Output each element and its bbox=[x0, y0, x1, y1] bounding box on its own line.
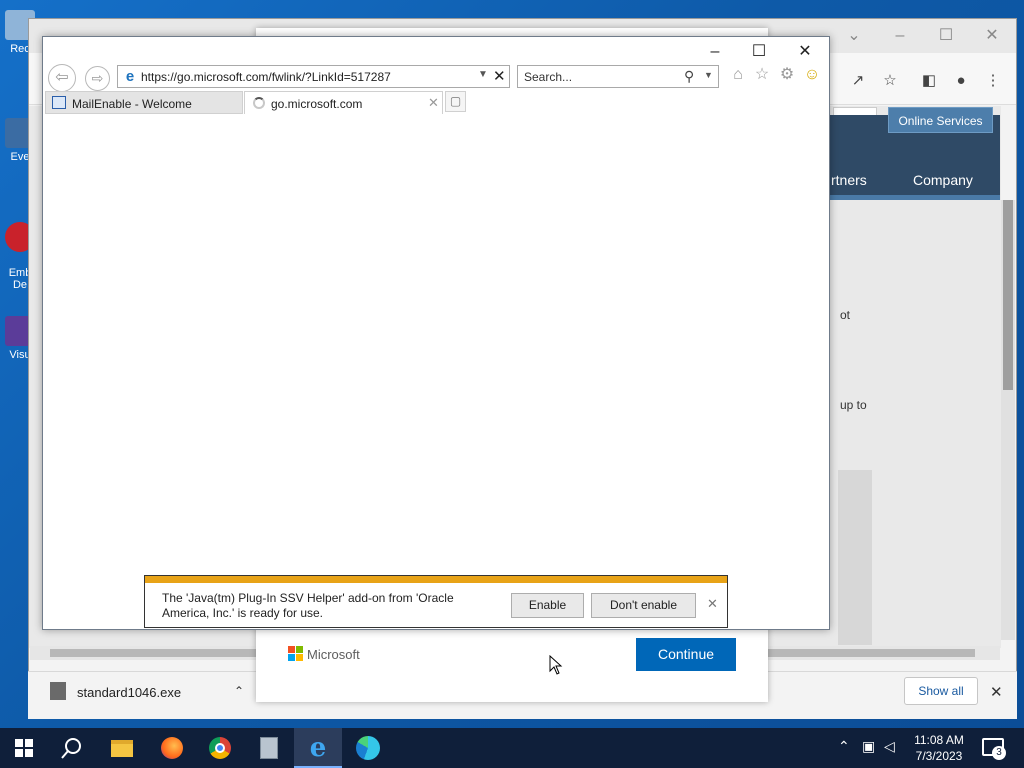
clock-date: 7/3/2023 bbox=[915, 749, 963, 763]
tab-label: go.microsoft.com bbox=[271, 97, 363, 111]
internet-explorer-button[interactable]: e bbox=[294, 728, 342, 768]
maximize-icon[interactable]: ☐ bbox=[744, 42, 774, 62]
favorites-star-icon[interactable]: ☆ bbox=[751, 64, 773, 86]
notification-message: The 'Java(tm) Plug-In SSV Helper' add-on… bbox=[162, 591, 454, 620]
minimize-icon[interactable]: – bbox=[880, 24, 920, 48]
sidebar-icon[interactable]: ◧ bbox=[918, 70, 940, 92]
site-image-block bbox=[838, 470, 872, 645]
scrollbar-thumb[interactable] bbox=[1003, 200, 1013, 390]
back-button[interactable]: ⇦ bbox=[48, 64, 76, 92]
vertical-scrollbar[interactable] bbox=[1001, 200, 1015, 640]
chevron-up-icon[interactable]: ⌃ bbox=[234, 684, 244, 698]
addon-notification-bar: The 'Java(tm) Plug-In SSV Helper' add-on… bbox=[144, 575, 728, 628]
site-text-fragment: ot bbox=[840, 308, 851, 322]
edge-logo-icon bbox=[356, 736, 380, 760]
microsoft-logo-icon bbox=[288, 646, 303, 661]
address-text[interactable]: https://go.microsoft.com/fwlink/?LinkId=… bbox=[141, 70, 391, 84]
continue-button[interactable]: Continue bbox=[636, 638, 736, 671]
smiley-feedback-icon[interactable]: ☺ bbox=[801, 64, 823, 86]
notification-accent-bar bbox=[145, 576, 727, 583]
new-tab-button[interactable]: ▢ bbox=[445, 91, 466, 112]
chevron-down-icon[interactable]: ▼ bbox=[478, 69, 488, 80]
search-button[interactable] bbox=[48, 728, 96, 768]
installer-file-icon bbox=[50, 682, 66, 700]
volume-muted-icon[interactable]: ◁ bbox=[884, 738, 895, 755]
more-menu-icon[interactable]: ⋮ bbox=[982, 70, 1004, 92]
tab-label: MailEnable - Welcome bbox=[72, 97, 192, 111]
loading-spinner-icon bbox=[253, 97, 265, 109]
dont-enable-button[interactable]: Don't enable bbox=[591, 593, 696, 618]
start-button[interactable] bbox=[0, 728, 48, 768]
close-icon[interactable]: ✕ bbox=[972, 24, 1012, 48]
profile-icon[interactable]: ● bbox=[950, 70, 972, 92]
taskbar-clock[interactable]: 11:08 AM 7/3/2023 bbox=[905, 732, 973, 764]
maximize-icon[interactable]: ☐ bbox=[926, 24, 966, 48]
address-bar[interactable]: e https://go.microsoft.com/fwlink/?LinkI… bbox=[117, 65, 510, 88]
mouse-cursor-icon bbox=[549, 655, 563, 675]
minimize-icon[interactable]: – bbox=[700, 42, 730, 62]
close-tab-icon[interactable]: ✕ bbox=[428, 95, 439, 111]
home-icon[interactable]: ⌂ bbox=[727, 64, 749, 86]
close-icon[interactable]: ✕ bbox=[790, 42, 820, 62]
gear-icon[interactable]: ⚙ bbox=[776, 64, 798, 86]
installer-icon bbox=[260, 737, 278, 759]
search-placeholder[interactable]: Search... bbox=[524, 70, 572, 84]
search-icon[interactable]: ⚲ bbox=[684, 68, 694, 85]
tab-bar: MailEnable - Welcome go.microsoft.com ✕ … bbox=[43, 91, 829, 114]
close-icon[interactable]: ✕ bbox=[707, 596, 718, 612]
close-icon[interactable]: ✕ bbox=[990, 683, 1003, 701]
ie-window: – ☐ ✕ ⇦ ⇨ e https://go.microsoft.com/fwl… bbox=[42, 36, 830, 630]
nav-partners-link[interactable]: rtners bbox=[831, 172, 867, 188]
favorite-star-icon[interactable]: ☆ bbox=[879, 70, 901, 92]
ie-logo-icon: e bbox=[309, 733, 327, 763]
enable-button[interactable]: Enable bbox=[511, 593, 584, 618]
chrome-button[interactable] bbox=[196, 728, 244, 768]
notification-count-badge: 3 bbox=[992, 746, 1006, 760]
network-icon[interactable]: ▣ bbox=[862, 738, 875, 755]
app-installer-button[interactable] bbox=[245, 728, 293, 768]
windows-logo-icon bbox=[15, 739, 33, 757]
microsoft-logo-text: Microsoft bbox=[307, 647, 360, 662]
share-icon[interactable]: ↗ bbox=[847, 70, 869, 92]
chevron-down-icon[interactable]: ⌄ bbox=[834, 24, 874, 48]
desktop-icon-label: Rec bbox=[10, 43, 30, 55]
tab-go-microsoft[interactable]: go.microsoft.com ✕ bbox=[244, 91, 443, 114]
mailenable-favicon-icon bbox=[52, 96, 66, 109]
forward-button[interactable]: ⇨ bbox=[85, 66, 110, 91]
search-input[interactable]: Search... ⚲ ▼ bbox=[517, 65, 719, 88]
chrome-icon bbox=[209, 737, 231, 759]
folder-icon bbox=[111, 739, 133, 757]
desktop-icon-label: Eve bbox=[10, 151, 30, 163]
stop-icon[interactable]: ✕ bbox=[493, 67, 506, 85]
edge-button[interactable] bbox=[344, 728, 392, 768]
site-text-fragment: up to bbox=[840, 398, 867, 412]
tab-mailenable[interactable]: MailEnable - Welcome bbox=[45, 91, 243, 114]
show-all-button[interactable]: Show all bbox=[904, 677, 978, 705]
clock-time: 11:08 AM bbox=[914, 733, 964, 747]
firefox-button[interactable] bbox=[148, 728, 196, 768]
chevron-down-icon[interactable]: ▼ bbox=[704, 70, 713, 80]
search-icon bbox=[61, 738, 81, 759]
site-nav-underline bbox=[830, 195, 1000, 200]
chevron-up-icon[interactable]: ⌃ bbox=[838, 738, 850, 755]
firefox-icon bbox=[161, 737, 183, 759]
download-file-name[interactable]: standard1046.exe bbox=[77, 685, 181, 700]
file-explorer-button[interactable] bbox=[98, 728, 146, 768]
nav-company-link[interactable]: Company bbox=[913, 172, 973, 188]
online-services-button[interactable]: Online Services bbox=[888, 107, 993, 133]
ie-logo-icon: e bbox=[125, 68, 135, 85]
